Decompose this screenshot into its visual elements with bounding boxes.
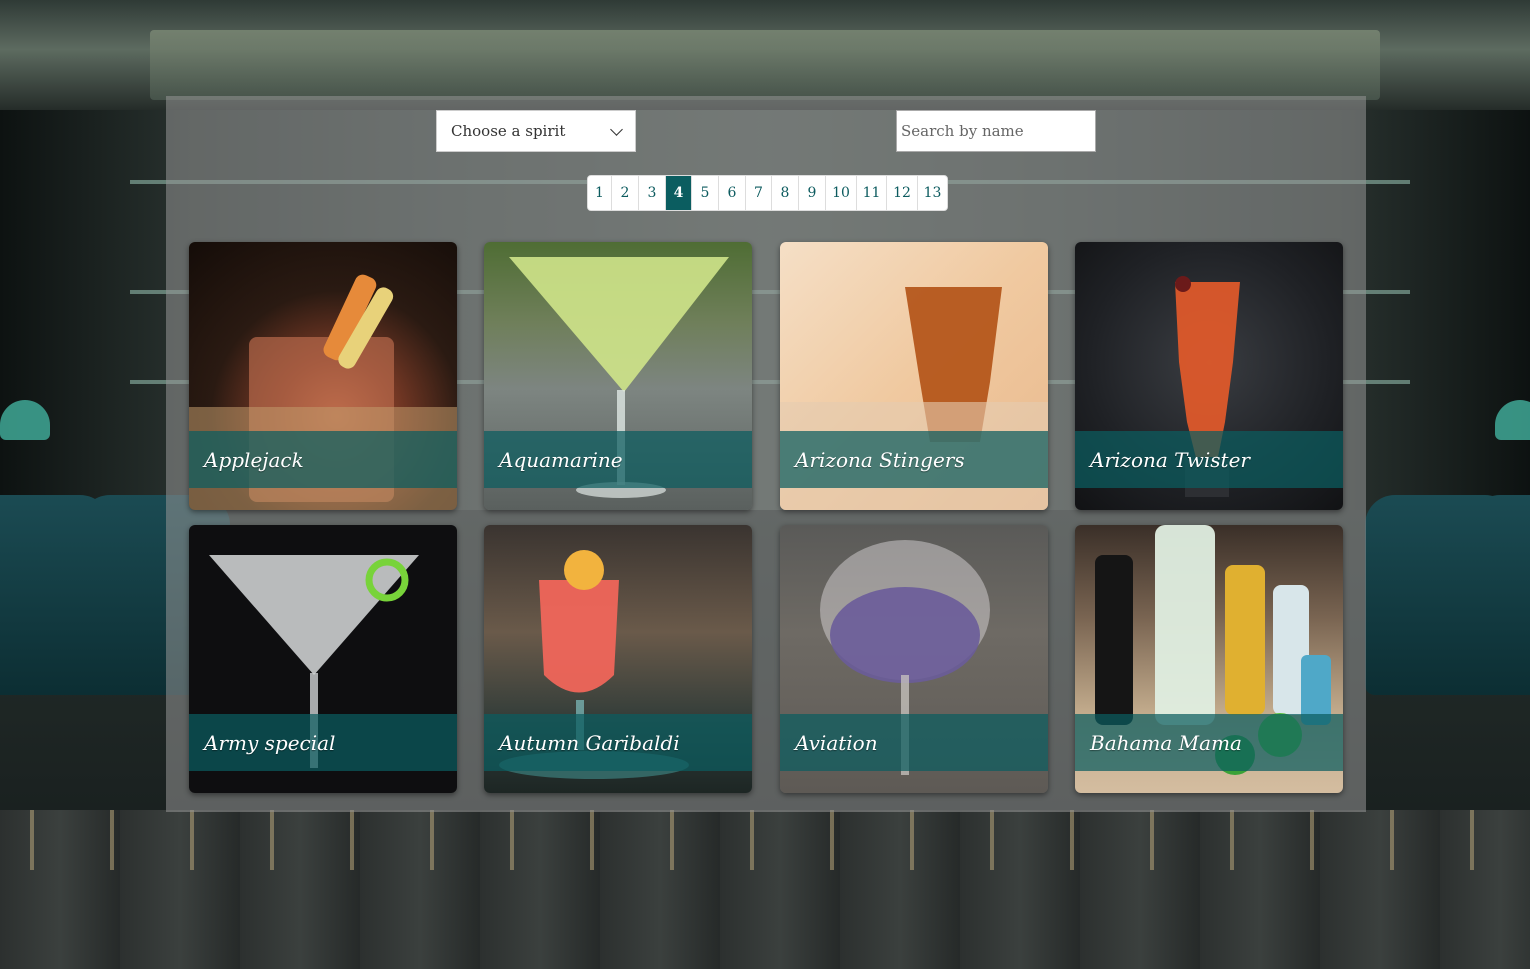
cocktail-card[interactable]: Aquamarine bbox=[484, 242, 752, 510]
cocktail-card[interactable]: Bahama Mama bbox=[1075, 525, 1343, 793]
page-11-button[interactable]: 11 bbox=[857, 176, 887, 210]
cocktail-name: Bahama Mama bbox=[1075, 714, 1343, 771]
page-2-button[interactable]: 2 bbox=[612, 176, 639, 210]
page-6-button[interactable]: 6 bbox=[719, 176, 746, 210]
page-10-button[interactable]: 10 bbox=[826, 176, 857, 210]
cocktail-name: Aquamarine bbox=[484, 431, 752, 488]
cocktail-name: Army special bbox=[189, 714, 457, 771]
cocktail-name: Autumn Garibaldi bbox=[484, 714, 752, 771]
page-9-button[interactable]: 9 bbox=[799, 176, 826, 210]
stool-legs bbox=[0, 810, 1530, 870]
cocktail-name: Arizona Twister bbox=[1075, 431, 1343, 488]
page-4-button[interactable]: 4 bbox=[666, 176, 692, 210]
pagination: 1 2 3 4 5 6 7 8 9 10 11 12 13 bbox=[587, 175, 948, 211]
cocktail-card[interactable]: Army special bbox=[189, 525, 457, 793]
chevron-down-icon bbox=[610, 122, 623, 136]
page-13-button[interactable]: 13 bbox=[918, 176, 947, 210]
cocktail-name: Arizona Stingers bbox=[780, 431, 1048, 488]
page-12-button[interactable]: 12 bbox=[887, 176, 918, 210]
page-7-button[interactable]: 7 bbox=[746, 176, 772, 210]
cocktail-name: Aviation bbox=[780, 714, 1048, 771]
ceiling-light-panel bbox=[150, 30, 1380, 100]
cocktail-card[interactable]: Arizona Twister bbox=[1075, 242, 1343, 510]
page-5-button[interactable]: 5 bbox=[692, 176, 719, 210]
cocktail-name: Applejack bbox=[189, 431, 457, 488]
search-input[interactable] bbox=[896, 110, 1096, 152]
page-3-button[interactable]: 3 bbox=[639, 176, 666, 210]
spirit-select-label: Choose a spirit bbox=[451, 122, 566, 140]
bar-stool bbox=[1470, 495, 1530, 695]
page-8-button[interactable]: 8 bbox=[772, 176, 799, 210]
page-1-button[interactable]: 1 bbox=[588, 176, 612, 210]
spirit-select[interactable]: Choose a spirit bbox=[436, 110, 636, 152]
cocktail-card[interactable]: Autumn Garibaldi bbox=[484, 525, 752, 793]
cocktail-card[interactable]: Applejack bbox=[189, 242, 457, 510]
cocktail-card[interactable]: Aviation bbox=[780, 525, 1048, 793]
cocktail-card[interactable]: Arizona Stingers bbox=[780, 242, 1048, 510]
